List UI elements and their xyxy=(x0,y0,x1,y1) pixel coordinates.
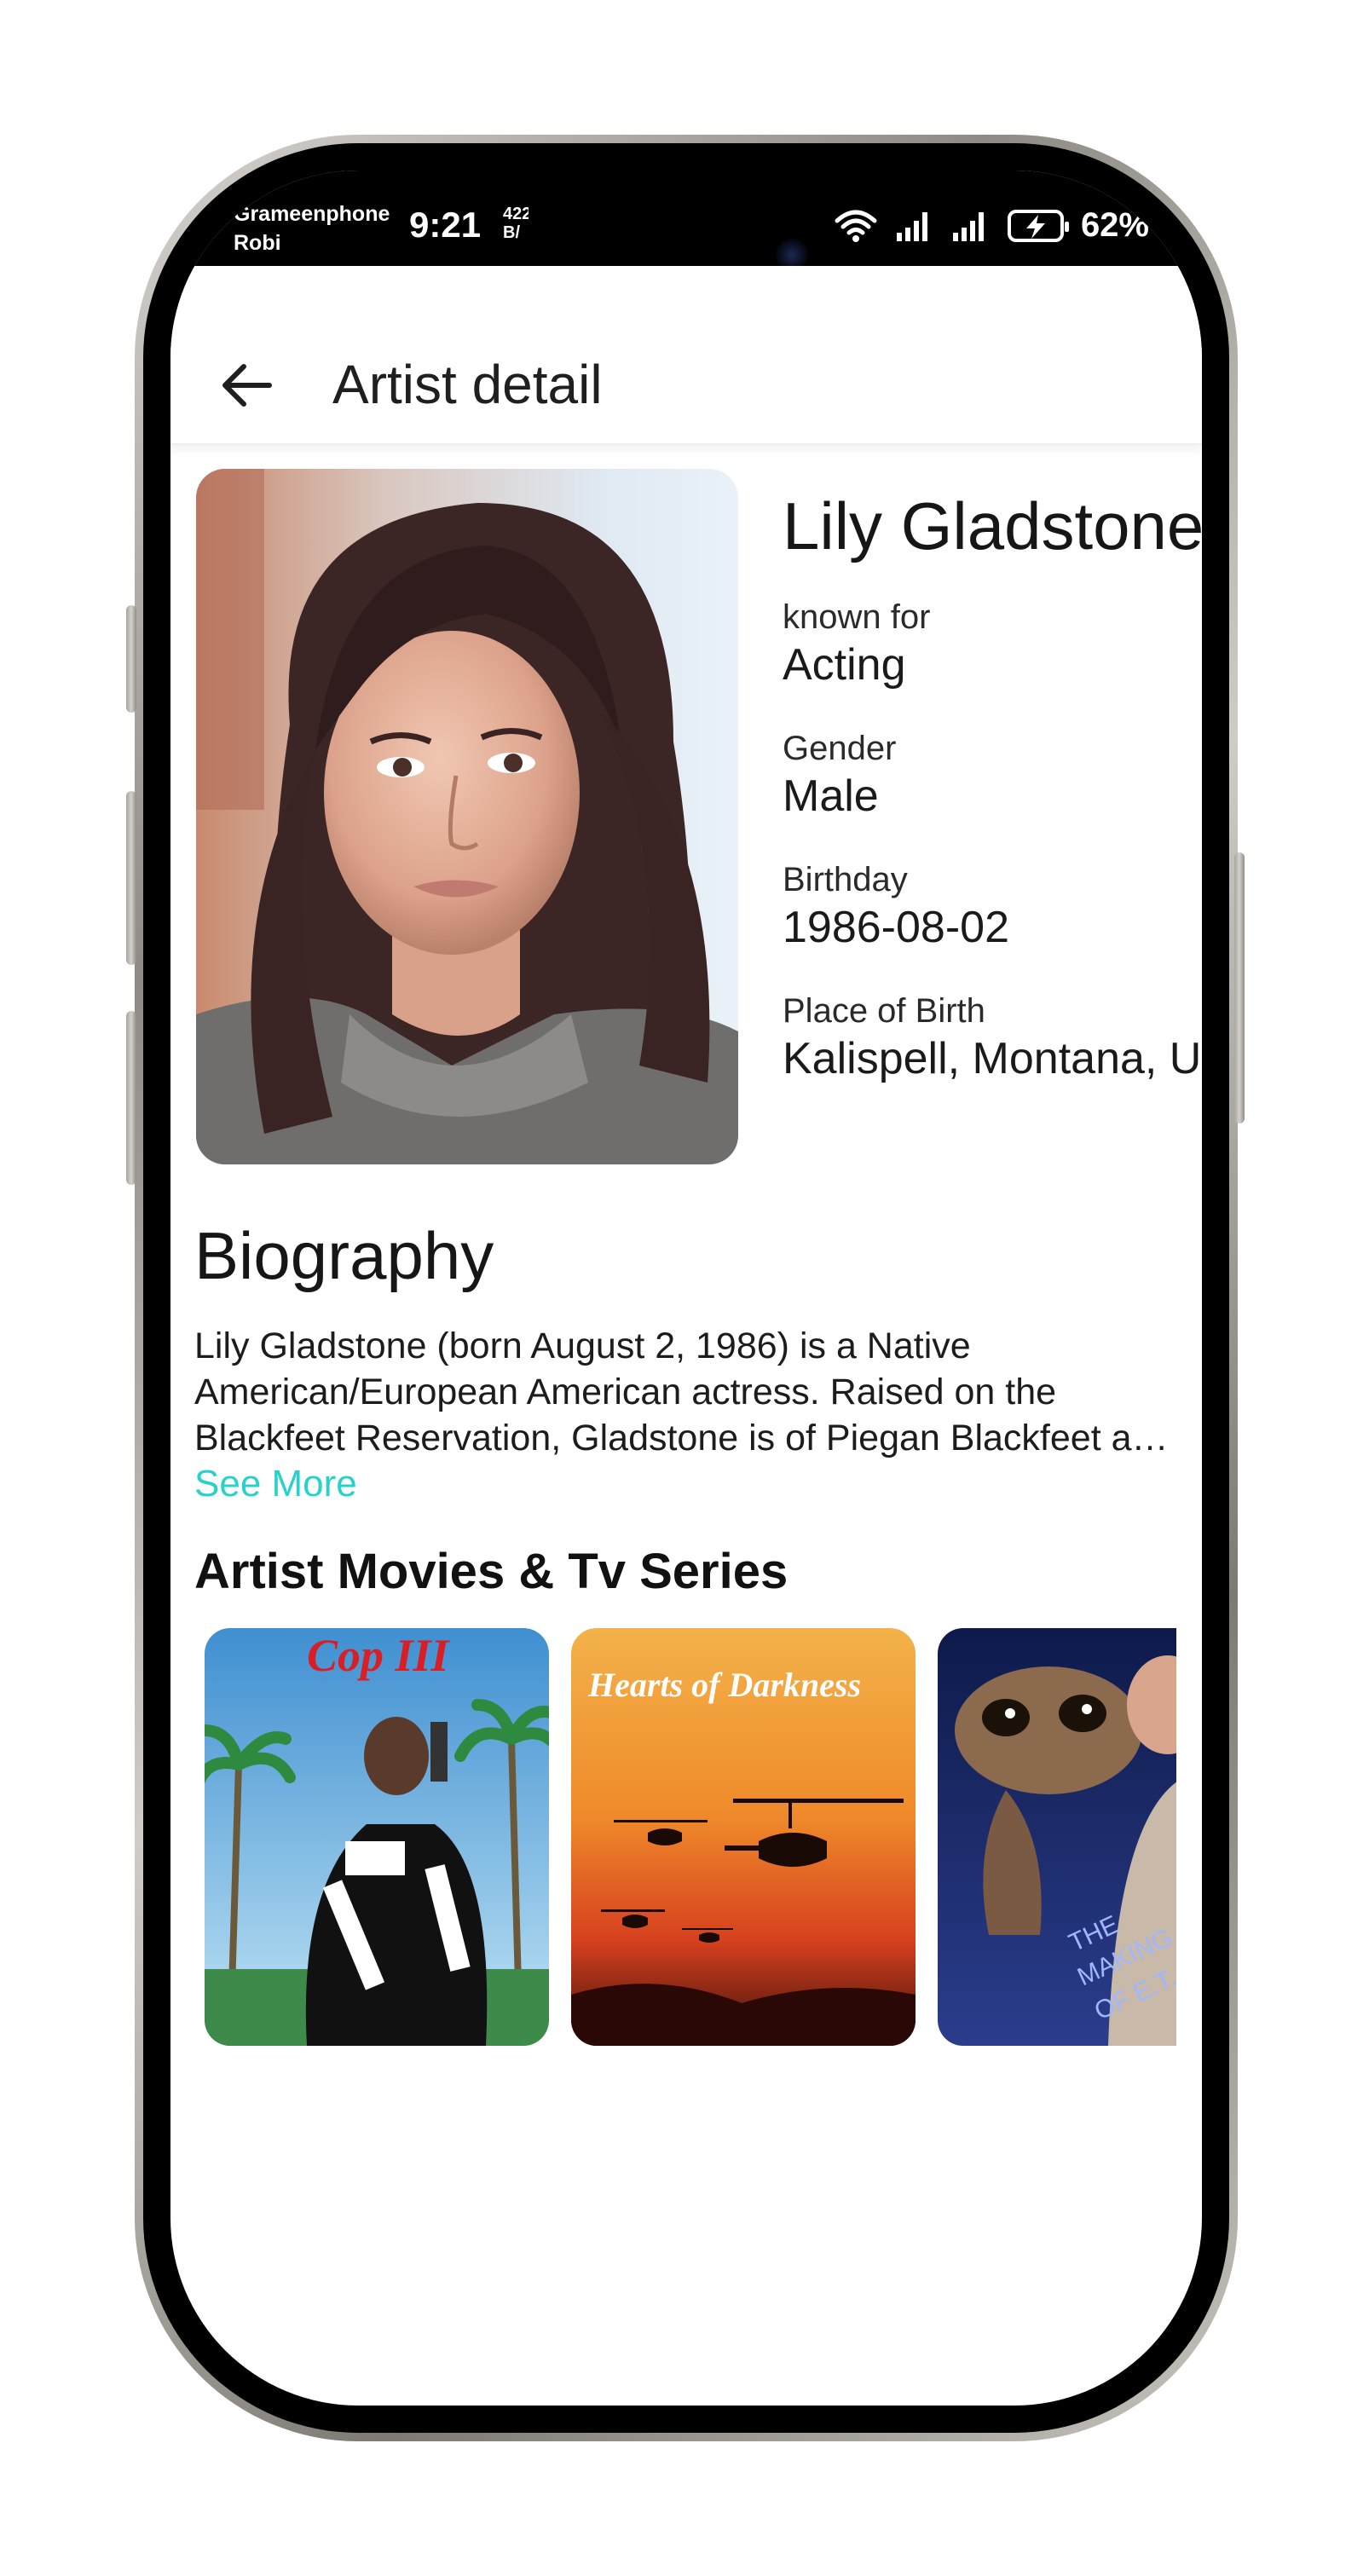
back-button[interactable] xyxy=(213,351,281,419)
app-bar: Artist detail xyxy=(170,266,1202,445)
birthday-value: 1986-08-02 xyxy=(783,903,1009,952)
movie-poster-3[interactable]: THE MAKING OF E.T. xyxy=(938,1628,1176,2046)
birthday-label: Birthday xyxy=(783,861,908,898)
birthplace-label: Place of Birth xyxy=(783,992,985,1030)
gender-label: Gender xyxy=(783,730,897,767)
screen: Grameenphone Robi 9:21 422 B/ 62% Artist… xyxy=(170,170,1202,2406)
artist-portrait-image xyxy=(196,469,738,1164)
speed-unit: B/ xyxy=(503,223,520,242)
movies-carousel[interactable]: Cop III Hearts of Darkness THE MAKING OF… xyxy=(205,1628,1176,2054)
page-title: Artist detail xyxy=(332,354,603,415)
wifi-icon xyxy=(834,207,878,245)
artist-photo xyxy=(196,469,738,1164)
known-for-label: known for xyxy=(783,598,931,636)
biography-text: Lily Gladstone (born August 2, 1986) is … xyxy=(194,1326,1173,1458)
carrier-info: Grameenphone Robi xyxy=(234,199,390,257)
power-button xyxy=(1234,852,1245,1123)
signal-icon-sim2 xyxy=(951,209,991,243)
speed-value: 422 xyxy=(503,205,532,223)
cop-poster-image: Cop III xyxy=(205,1628,549,2046)
action-button xyxy=(126,605,136,713)
battery-charging-icon xyxy=(1007,209,1069,242)
artist-details: Lily Gladstone known for Acting Gender M… xyxy=(783,469,1202,1168)
battery-percentage: 62% xyxy=(1080,206,1149,244)
network-speed: 422 B/ xyxy=(503,205,531,242)
clock: 9:21 xyxy=(409,205,482,245)
status-icons: 62% xyxy=(834,206,1149,245)
movie-poster-2[interactable]: Hearts of Darkness xyxy=(571,1628,916,2046)
volume-up-button xyxy=(126,791,136,965)
volume-down-button xyxy=(126,1011,136,1185)
birthplace-value: Kalispell, Montana, USA xyxy=(783,1034,1202,1083)
status-bar: Grameenphone Robi 9:21 422 B/ 62% xyxy=(170,170,1202,298)
hearts-of-darkness-poster-image: Hearts of Darkness xyxy=(571,1628,916,2046)
known-for-value: Acting xyxy=(783,640,906,690)
signal-icon-sim1 xyxy=(895,209,934,243)
gender-value: Male xyxy=(783,771,879,821)
carrier-2: Robi xyxy=(234,231,281,255)
biography-heading: Biography xyxy=(194,1218,494,1293)
carrier-1: Grameenphone xyxy=(234,202,390,226)
artist-name: Lily Gladstone xyxy=(783,488,1202,563)
svg-text:Hearts of Darkness: Hearts of Darkness xyxy=(587,1666,861,1704)
svg-text:Cop III: Cop III xyxy=(307,1630,451,1681)
see-more-link[interactable]: See More xyxy=(194,1463,357,1505)
arrow-left-icon xyxy=(222,364,272,407)
movie-poster-1[interactable]: Cop III xyxy=(205,1628,549,2046)
making-of-et-poster-image: THE MAKING OF E.T. xyxy=(938,1628,1176,2046)
movies-heading: Artist Movies & Tv Series xyxy=(194,1544,788,1599)
